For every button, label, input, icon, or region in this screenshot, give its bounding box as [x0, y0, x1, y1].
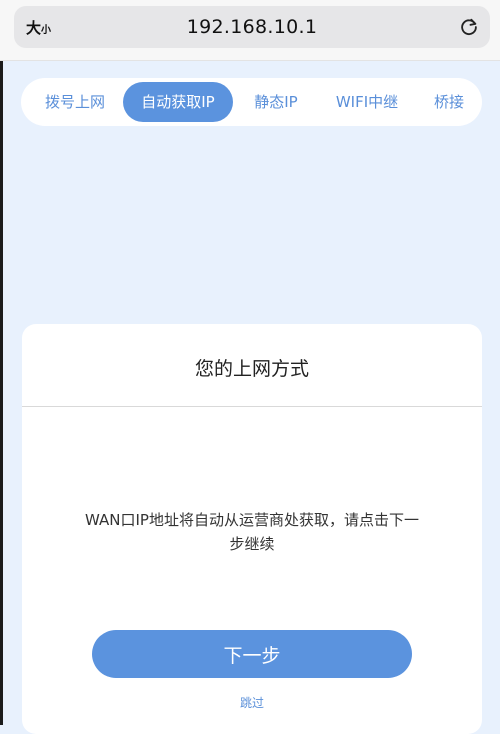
window-edge	[0, 0, 3, 725]
url-pill[interactable]: 大小 192.168.10.1	[14, 6, 490, 48]
tab-wifi-repeater[interactable]: WIFI中继	[323, 82, 411, 122]
connection-card: 您的上网方式 WAN口IP地址将自动从运营商处获取，请点击下一步继续 下一步 跳…	[22, 324, 482, 734]
card-title: 您的上网方式	[194, 358, 309, 380]
tab-pppoe[interactable]: 拨号上网	[27, 82, 123, 122]
next-button[interactable]: 下一步	[92, 630, 412, 678]
tab-bridge[interactable]: 桥接	[419, 82, 479, 122]
browser-address-bar: 大小 192.168.10.1	[0, 0, 500, 61]
connection-mode-tabs: 拨号上网 自动获取IP 静态IP WIFI中继 桥接	[21, 78, 482, 126]
card-description: WAN口IP地址将自动从运营商处获取，请点击下一步继续	[85, 511, 419, 553]
url-text[interactable]: 192.168.10.1	[14, 16, 490, 38]
tab-static-ip[interactable]: 静态IP	[235, 82, 317, 122]
card-divider	[22, 406, 482, 407]
skip-link[interactable]: 跳过	[22, 694, 482, 711]
reload-icon[interactable]	[458, 16, 480, 38]
tab-dhcp[interactable]: 自动获取IP	[123, 82, 233, 122]
